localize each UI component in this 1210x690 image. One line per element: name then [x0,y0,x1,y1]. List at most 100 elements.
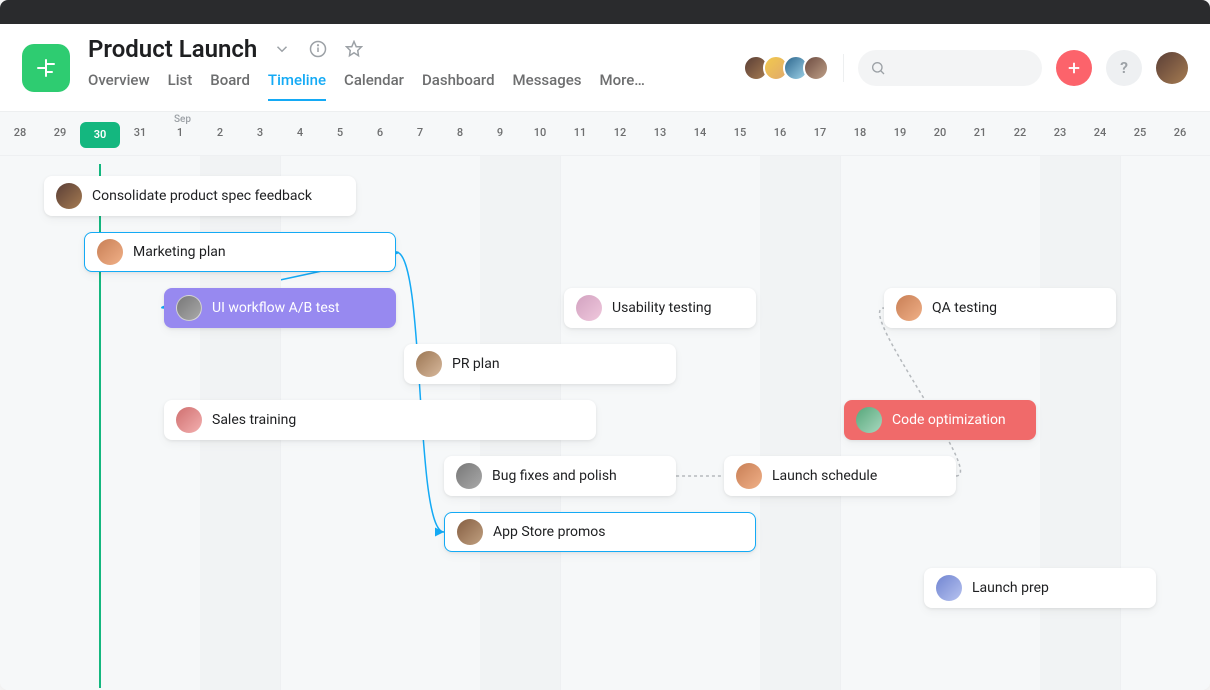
timeline-canvas[interactable]: Consolidate product spec feedback Marketi… [0,156,1210,690]
search-icon [870,60,886,76]
today-marker: 30 [80,122,120,148]
date-cell: 10 [520,126,560,139]
date-cell: 3 [240,126,280,139]
assignee-avatar [97,239,123,265]
date-cell: 12 [600,126,640,139]
task-label: Consolidate product spec feedback [92,188,312,204]
grid-line [1120,156,1121,690]
project-menu-chevron-icon[interactable] [271,38,293,60]
dependency-line [880,308,961,476]
timeline-view: 28293031Sep12345678910111213141516171819… [0,112,1210,690]
task-label: Marketing plan [133,244,226,260]
help-button[interactable]: ? [1106,50,1142,86]
date-cell: 26 [1160,126,1200,139]
tab-messages[interactable]: Messages [513,71,582,101]
assignee-avatar [736,463,762,489]
date-cell: 24 [1080,126,1120,139]
tab-more[interactable]: More… [599,71,644,101]
tab-dashboard[interactable]: Dashboard [422,71,495,101]
task-consolidate[interactable]: Consolidate product spec feedback [44,176,356,216]
plus-icon [1065,59,1083,77]
date-cell: 8 [440,126,480,139]
task-abtest[interactable]: UI workflow A/B test [164,288,396,328]
date-cell: 15 [720,126,760,139]
window-titlebar [0,0,1210,24]
tab-list[interactable]: List [168,71,193,101]
assignee-avatar [576,295,602,321]
date-cell: 23 [1040,126,1080,139]
weekend-shade [760,156,840,690]
tab-overview[interactable]: Overview [88,71,150,101]
assignee-avatar [896,295,922,321]
task-usability[interactable]: Usability testing [564,288,756,328]
date-cell: 18 [840,126,880,139]
date-cell: 20 [920,126,960,139]
assignee-avatar [176,407,202,433]
task-marketing[interactable]: Marketing plan [84,232,396,272]
add-button[interactable] [1056,50,1092,86]
date-cell: 5 [320,126,360,139]
task-codeopt[interactable]: Code optimization [844,400,1036,440]
date-cell: 11 [560,126,600,139]
current-user-avatar[interactable] [1156,52,1188,84]
task-label: Code optimization [892,412,1006,428]
date-cell: 25 [1120,126,1160,139]
month-label: Sep [174,114,191,125]
task-qa[interactable]: QA testing [884,288,1116,328]
tab-timeline[interactable]: Timeline [268,71,326,101]
date-cell: 7 [400,126,440,139]
tab-board[interactable]: Board [210,71,250,101]
help-label: ? [1120,58,1128,77]
date-cell: 19 [880,126,920,139]
date-cell: 14 [680,126,720,139]
assignee-avatar [176,295,202,321]
date-cell: 16 [760,126,800,139]
tab-calendar[interactable]: Calendar [344,71,404,101]
date-cell: 4 [280,126,320,139]
date-cell: 28 [0,126,40,139]
project-members[interactable] [749,55,829,81]
assignee-avatar [456,463,482,489]
member-avatar [803,55,829,81]
task-label: App Store promos [493,524,606,540]
task-bugfix[interactable]: Bug fixes and polish [444,456,676,496]
assignee-avatar [416,351,442,377]
weekend-shade [1040,156,1120,690]
star-icon[interactable] [343,38,365,60]
task-launchsched[interactable]: Launch schedule [724,456,956,496]
task-label: PR plan [452,356,500,372]
task-label: QA testing [932,300,997,316]
date-cell: 31 [120,126,160,139]
date-cell: 2 [200,126,240,139]
date-cell: 21 [960,126,1000,139]
assignee-avatar [936,575,962,601]
assignee-avatar [457,519,483,545]
grid-line [840,156,841,690]
task-label: UI workflow A/B test [212,300,340,316]
task-prplan[interactable]: PR plan [404,344,676,384]
task-appstore[interactable]: App Store promos [444,512,756,552]
task-label: Launch prep [972,580,1049,596]
date-cell: 17 [800,126,840,139]
project-icon [22,44,70,92]
date-cell: 1 [160,126,200,139]
divider [843,54,844,82]
task-label: Launch schedule [772,468,877,484]
task-sales[interactable]: Sales training [164,400,596,440]
task-launchprep[interactable]: Launch prep [924,568,1156,608]
search-input[interactable] [858,50,1042,86]
project-tabs: Overview List Board Timeline Calendar Dashboa… [88,71,749,101]
task-label: Sales training [212,412,296,428]
dependency-line [396,252,444,532]
date-cell: 13 [640,126,680,139]
project-title: Product Launch [88,35,257,63]
date-axis: 28293031Sep12345678910111213141516171819… [0,112,1210,156]
task-label: Usability testing [612,300,711,316]
date-cell: 9 [480,126,520,139]
project-header: Product Launch Overview List Board Timeline… [0,24,1210,112]
info-icon[interactable] [307,38,329,60]
task-label: Bug fixes and polish [492,468,617,484]
date-cell: 29 [40,126,80,139]
assignee-avatar [856,407,882,433]
date-cell: 6 [360,126,400,139]
